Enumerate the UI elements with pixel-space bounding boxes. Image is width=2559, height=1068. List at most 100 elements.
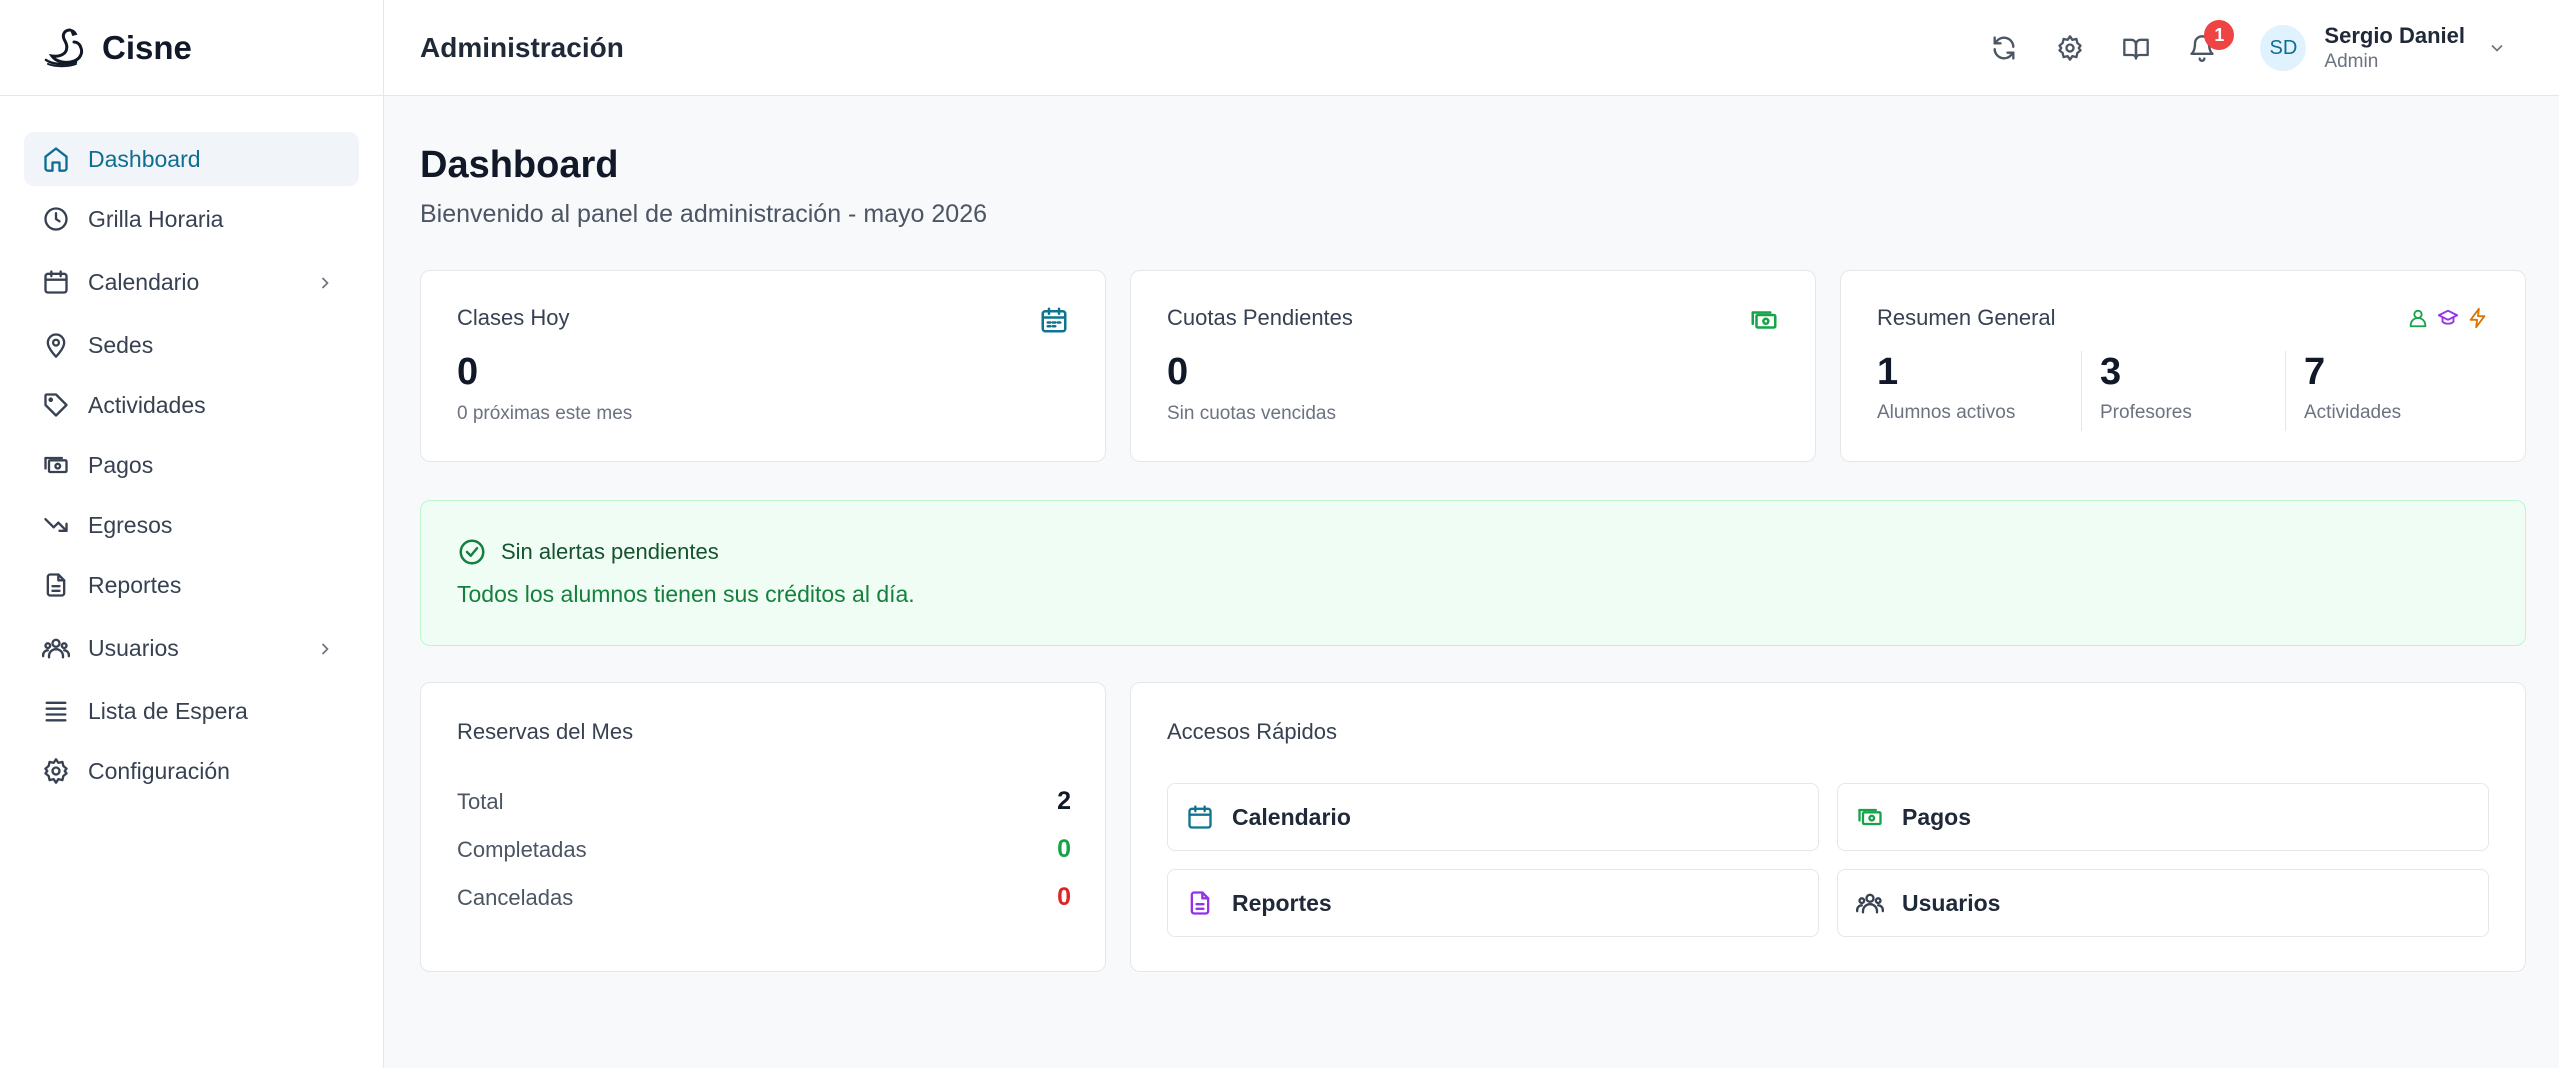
banknote-icon — [1749, 305, 1779, 335]
alert-body: Todos los alumnos tienen sus créditos al… — [457, 581, 915, 607]
card-subtext: 0 próximas este mes — [457, 403, 633, 424]
row-value: 0 — [1057, 883, 1071, 911]
card-value: 0 — [1167, 351, 1189, 393]
trending-down-icon — [42, 511, 70, 539]
docs-button[interactable] — [2112, 24, 2160, 72]
user-name: Sergio Daniel — [2324, 23, 2465, 48]
card-label: Accesos Rápidos — [1167, 719, 1337, 744]
card-accesos-rapidos: Accesos Rápidos Calendario Pagos Reporte… — [1130, 682, 2526, 972]
summary-value: 1 — [1877, 351, 1899, 393]
page-subtitle: Bienvenido al panel de administración - … — [420, 200, 988, 228]
summary-value: 3 — [2100, 351, 2122, 393]
reservas-row-completadas: Completadas 0 — [457, 835, 1071, 864]
sidebar-item-label: Egresos — [88, 511, 173, 538]
quick-access-label: Calendario — [1232, 803, 1351, 830]
quick-access-calendario-button[interactable]: Calendario — [1167, 783, 1819, 851]
summary-label: Profesores — [2100, 402, 2192, 423]
refresh-icon — [1993, 36, 2015, 60]
calendar-icon — [1188, 805, 1212, 829]
home-icon — [42, 145, 70, 173]
card-clases-hoy: Clases Hoy 0 0 próximas este mes — [420, 270, 1106, 462]
chevron-right-icon — [315, 638, 335, 658]
brand-name: Cisne — [102, 28, 192, 66]
book-open-icon — [2123, 38, 2150, 60]
quick-access-reportes-button[interactable]: Reportes — [1167, 869, 1819, 937]
file-text-icon — [42, 571, 70, 599]
notification-badge: 1 — [2204, 20, 2235, 50]
card-label: Cuotas Pendientes — [1167, 305, 1353, 330]
row-label: Canceladas — [457, 884, 574, 910]
sidebar-item-label: Lista de Espera — [88, 697, 248, 724]
quick-access-usuarios-button[interactable]: Usuarios — [1837, 869, 2489, 937]
summary-icons — [2407, 307, 2489, 329]
sidebar-item-grilla-horaria[interactable]: Grilla Horaria — [24, 192, 359, 246]
users-icon — [1856, 893, 1884, 914]
sidebar-item-reportes[interactable]: Reportes — [24, 558, 359, 612]
user-menu[interactable]: SD Sergio Daniel Admin — [2260, 23, 2507, 73]
card-value: 0 — [457, 351, 479, 393]
users-icon — [42, 634, 70, 662]
alert-title: Sin alertas pendientes — [501, 539, 719, 564]
sidebar-item-label: Configuración — [88, 757, 230, 784]
sidebar-item-calendario[interactable]: Calendario — [24, 252, 359, 312]
card-label: Reservas del Mes — [457, 719, 634, 744]
card-label: Clases Hoy — [457, 305, 570, 330]
sidebar-item-pagos[interactable]: Pagos — [24, 438, 359, 492]
reservas-row-total: Total 2 — [457, 787, 1071, 816]
sidebar-item-label: Actividades — [88, 391, 206, 418]
sidebar-item-egresos[interactable]: Egresos — [24, 498, 359, 552]
chevron-down-icon — [2487, 38, 2507, 58]
avatar: SD — [2260, 25, 2307, 71]
banknote-icon — [1858, 808, 1882, 826]
brand[interactable]: Cisne — [0, 0, 383, 96]
map-pin-icon — [42, 331, 70, 359]
sidebar-item-usuarios[interactable]: Usuarios — [24, 618, 359, 678]
row-label: Total — [457, 788, 504, 814]
sidebar-item-sedes[interactable]: Sedes — [24, 318, 359, 372]
page-title: Dashboard — [420, 144, 619, 186]
row-value: 2 — [1057, 787, 1071, 815]
card-cuotas-pendientes: Cuotas Pendientes 0 Sin cuotas vencidas — [1130, 270, 1816, 462]
settings-button[interactable] — [2046, 24, 2094, 72]
file-text-icon — [1190, 891, 1210, 915]
reservas-row-canceladas: Canceladas 0 — [457, 883, 1071, 912]
summary-alumnos: 1 Alumnos activos — [1877, 351, 2015, 431]
summary-profesores: 3 Profesores — [2081, 351, 2192, 431]
quick-access-label: Usuarios — [1902, 889, 2001, 916]
quick-access-label: Pagos — [1902, 803, 1972, 830]
gear-icon — [2058, 35, 2083, 61]
sidebar-item-label: Usuarios — [88, 634, 179, 661]
alert-header: Sin alertas pendientes — [457, 537, 719, 567]
refresh-button[interactable] — [1980, 24, 2028, 72]
banknote-icon — [42, 451, 70, 479]
summary-label: Actividades — [2304, 402, 2402, 423]
card-resumen-general: Resumen General 1 Alumnos activos 3 Prof… — [1840, 270, 2526, 462]
calendar-icon — [1039, 305, 1069, 335]
check-circle-icon — [459, 539, 485, 565]
sidebar-item-actividades[interactable]: Actividades — [24, 378, 359, 432]
chevron-right-icon — [315, 272, 335, 292]
card-subtext: Sin cuotas vencidas — [1167, 403, 1336, 424]
summary-value: 7 — [2304, 351, 2326, 393]
sidebar-item-dashboard[interactable]: Dashboard — [24, 132, 359, 186]
summary-label: Alumnos activos — [1877, 402, 2016, 423]
sidebar: Cisne Dashboard Grilla Horaria Calendari… — [0, 0, 384, 1068]
quick-access-label: Reportes — [1232, 889, 1332, 916]
clock-icon — [42, 205, 70, 233]
sidebar-item-configuracion[interactable]: Configuración — [24, 744, 359, 798]
sidebar-nav: Dashboard Grilla Horaria Calendario Sede… — [0, 96, 383, 798]
row-label: Completadas — [457, 836, 587, 862]
card-label: Resumen General — [1877, 305, 2056, 330]
list-icon — [42, 697, 70, 725]
sidebar-item-label: Pagos — [88, 451, 154, 478]
notifications-button[interactable]: 1 — [2178, 20, 2235, 72]
zap-icon — [2467, 307, 2489, 329]
calendar-icon — [42, 268, 70, 296]
sidebar-item-lista-de-espera[interactable]: Lista de Espera — [24, 684, 359, 738]
quick-access-pagos-button[interactable]: Pagos — [1837, 783, 2489, 851]
row-value: 0 — [1057, 835, 1071, 863]
sidebar-item-label: Dashboard — [88, 145, 201, 172]
top-header: Administración 1 SD Sergio Daniel Admin — [384, 0, 2559, 96]
sidebar-item-label: Sedes — [88, 331, 154, 358]
header-actions: 1 SD Sergio Daniel Admin — [1962, 0, 2559, 96]
